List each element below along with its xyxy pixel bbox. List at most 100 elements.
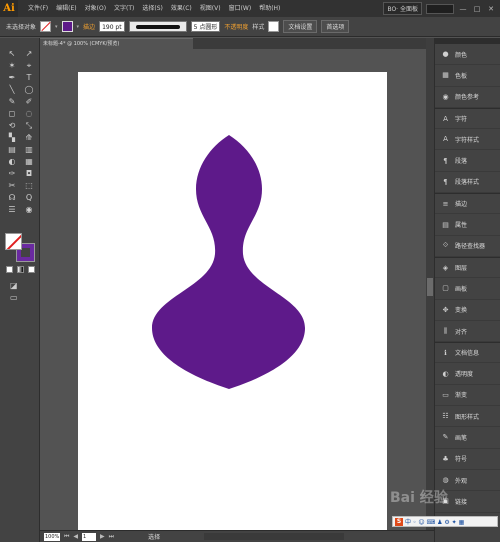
stroke-label[interactable]: 描边	[83, 22, 95, 31]
panel-color-guide[interactable]: ◉ 颜色参考	[435, 87, 500, 108]
panel-artboards[interactable]: ▢ 画板	[435, 278, 500, 300]
panel-document-info[interactable]: ℹ 文档信息	[435, 342, 500, 364]
gradient-tool-icon[interactable]: ▦	[22, 156, 36, 167]
zoom-tool-icon[interactable]: Q	[22, 192, 36, 203]
close-button[interactable]: ✕	[486, 4, 496, 14]
panel-pathfinder[interactable]: ⟐ 路径查找器	[435, 236, 500, 257]
panel-color[interactable]: ● 颜色	[435, 44, 500, 66]
column-graph-tool-icon[interactable]: ◉	[22, 204, 36, 215]
panel-transform[interactable]: ✥ 变换	[435, 300, 500, 321]
ime-status-icons[interactable]: 中 ◦ ☺ ⌨ ♟ ⚙ ✦ ▦	[405, 517, 464, 526]
minimize-button[interactable]: —	[458, 4, 468, 14]
panel-swatches[interactable]: ▦ 色板	[435, 65, 500, 87]
tool-grid: ↖ ↗ ✶ ⌖ ✒ T ╲ ◯ ✎ ✐ ◻ ◌ ⟲ ⤡ ▚ ⟰ ▤ ▥ ◐ ▦ …	[5, 48, 36, 215]
menu-type[interactable]: 文字(T)	[110, 0, 138, 17]
type-tool-icon[interactable]: T	[22, 72, 36, 83]
rotate-tool-icon[interactable]: ⟲	[5, 120, 19, 131]
screen-mode-icon[interactable]: ▭	[10, 293, 18, 302]
scale-tool-icon[interactable]: ⤡	[22, 120, 36, 131]
style-swatch[interactable]	[268, 21, 280, 32]
draw-mode-icon[interactable]: ◪	[10, 281, 18, 290]
opacity-label[interactable]: 不透明度	[224, 22, 248, 31]
ime-logo-icon[interactable]: S	[395, 517, 403, 526]
vertical-scroll-thumb[interactable]	[427, 278, 433, 296]
lasso-tool-icon[interactable]: ⌖	[22, 60, 36, 71]
artboard-tool-icon[interactable]: ⬚	[22, 180, 36, 191]
artboard[interactable]	[78, 72, 387, 530]
panel-brushes[interactable]: ✎ 画笔	[435, 427, 500, 449]
panel-layers[interactable]: ◈ 图层	[435, 256, 500, 279]
menu-view[interactable]: 视图(V)	[196, 0, 225, 17]
panel-character[interactable]: A 字符	[435, 107, 500, 130]
preferences-button[interactable]: 首选项	[321, 20, 350, 33]
selection-tool-icon[interactable]: ↖	[5, 48, 19, 59]
search-input[interactable]	[426, 3, 454, 14]
free-transform-tool-icon[interactable]: ⟰	[22, 132, 36, 143]
fill-swatch[interactable]	[40, 21, 52, 32]
scissors-tool-icon[interactable]: ✂	[5, 180, 19, 191]
gourd-shape[interactable]	[78, 72, 387, 530]
pen-tool-icon[interactable]: ✒	[5, 72, 19, 83]
shape-builder-tool-icon[interactable]: ▤	[5, 144, 19, 155]
variable-width-profile[interactable]	[128, 21, 187, 32]
panel-gradient[interactable]: ▭ 渐变	[435, 385, 500, 407]
status-text[interactable]: 选择	[148, 532, 160, 541]
gradient-mode-button[interactable]	[17, 266, 24, 273]
document-setup-button[interactable]: 文档设置	[283, 20, 318, 33]
panel-graphic-styles[interactable]: ☷ 图形样式	[435, 406, 500, 428]
symbol-sprayer-tool-icon[interactable]: ☰	[5, 204, 19, 215]
prev-artboard-icon[interactable]: ◀	[73, 533, 78, 540]
stroke-swatch[interactable]	[61, 21, 73, 32]
last-artboard-icon[interactable]: ⏭	[109, 533, 114, 541]
zoom-field[interactable]: 100%	[44, 532, 60, 541]
perspective-grid-tool-icon[interactable]: ▥	[22, 144, 36, 155]
next-artboard-icon[interactable]: ▶	[100, 533, 105, 540]
panel-character-styles[interactable]: A 字符样式	[435, 129, 500, 151]
fill-dropdown-icon[interactable]: ▾	[55, 24, 58, 30]
magic-wand-tool-icon[interactable]: ✶	[5, 60, 19, 71]
vertical-scrollbar[interactable]	[426, 38, 434, 530]
panel-align[interactable]: ⫼ 对齐	[435, 321, 500, 343]
menu-file[interactable]: 文件(F)	[24, 0, 52, 17]
line-tool-icon[interactable]: ╲	[5, 84, 19, 95]
menu-edit[interactable]: 编辑(E)	[52, 0, 80, 17]
panel-attributes[interactable]: ▤ 属性	[435, 214, 500, 236]
direct-selection-tool-icon[interactable]: ↗	[22, 48, 36, 59]
document-tab[interactable]: 未标题-4* @ 100% (CMYK/预览)	[40, 38, 193, 49]
app-logo[interactable]: Ai	[0, 0, 18, 17]
first-artboard-icon[interactable]: ⏮	[64, 533, 69, 541]
fill-color-swatch[interactable]	[5, 233, 22, 250]
paintbrush-tool-icon[interactable]: ✎	[5, 96, 19, 107]
color-mode-button[interactable]	[6, 266, 13, 273]
ellipse-tool-icon[interactable]: ◯	[22, 84, 36, 95]
menu-effect[interactable]: 效果(C)	[167, 0, 196, 17]
menu-select[interactable]: 选择(S)	[138, 0, 167, 17]
panel-stroke[interactable]: ≡ 描边	[435, 193, 500, 215]
horizontal-scrollbar[interactable]	[204, 533, 345, 540]
brush-definition-field[interactable]: 5 点圆形	[190, 21, 221, 32]
mesh-tool-icon[interactable]: ◐	[5, 156, 19, 167]
menu-window[interactable]: 窗口(W)	[225, 0, 256, 17]
eraser-tool-icon[interactable]: ◌	[22, 108, 36, 119]
ime-toolbar[interactable]: S 中 ◦ ☺ ⌨ ♟ ⚙ ✦ ▦	[392, 516, 498, 527]
menu-object[interactable]: 对象(O)	[81, 0, 110, 17]
menu-help[interactable]: 帮助(H)	[255, 0, 284, 17]
blob-brush-tool-icon[interactable]: ◻	[5, 108, 19, 119]
width-tool-icon[interactable]: ▚	[5, 132, 19, 143]
canvas-area[interactable]	[40, 49, 426, 530]
eyedropper-tool-icon[interactable]: ✑	[5, 168, 19, 179]
panel-transparency[interactable]: ◐ 透明度	[435, 363, 500, 385]
panel-label: 字符样式	[455, 136, 480, 144]
stroke-weight-field[interactable]: 190 pt	[99, 21, 125, 32]
stroke-dropdown-icon[interactable]: ▾	[77, 24, 80, 30]
panel-symbols[interactable]: ♣ 符号	[435, 449, 500, 470]
pencil-tool-icon[interactable]: ✐	[22, 96, 36, 107]
hand-tool-icon[interactable]: ☊	[5, 192, 19, 203]
panel-paragraph[interactable]: ¶ 段落	[435, 150, 500, 172]
panel-paragraph-styles[interactable]: ¶ 段落样式	[435, 172, 500, 194]
blend-tool-icon[interactable]: ◘	[22, 168, 36, 179]
workspace-switcher[interactable]: BO· 全面板	[383, 2, 422, 15]
none-mode-button[interactable]	[28, 266, 35, 273]
maximize-button[interactable]: □	[472, 4, 482, 14]
artboard-number-field[interactable]: 1	[82, 532, 97, 541]
